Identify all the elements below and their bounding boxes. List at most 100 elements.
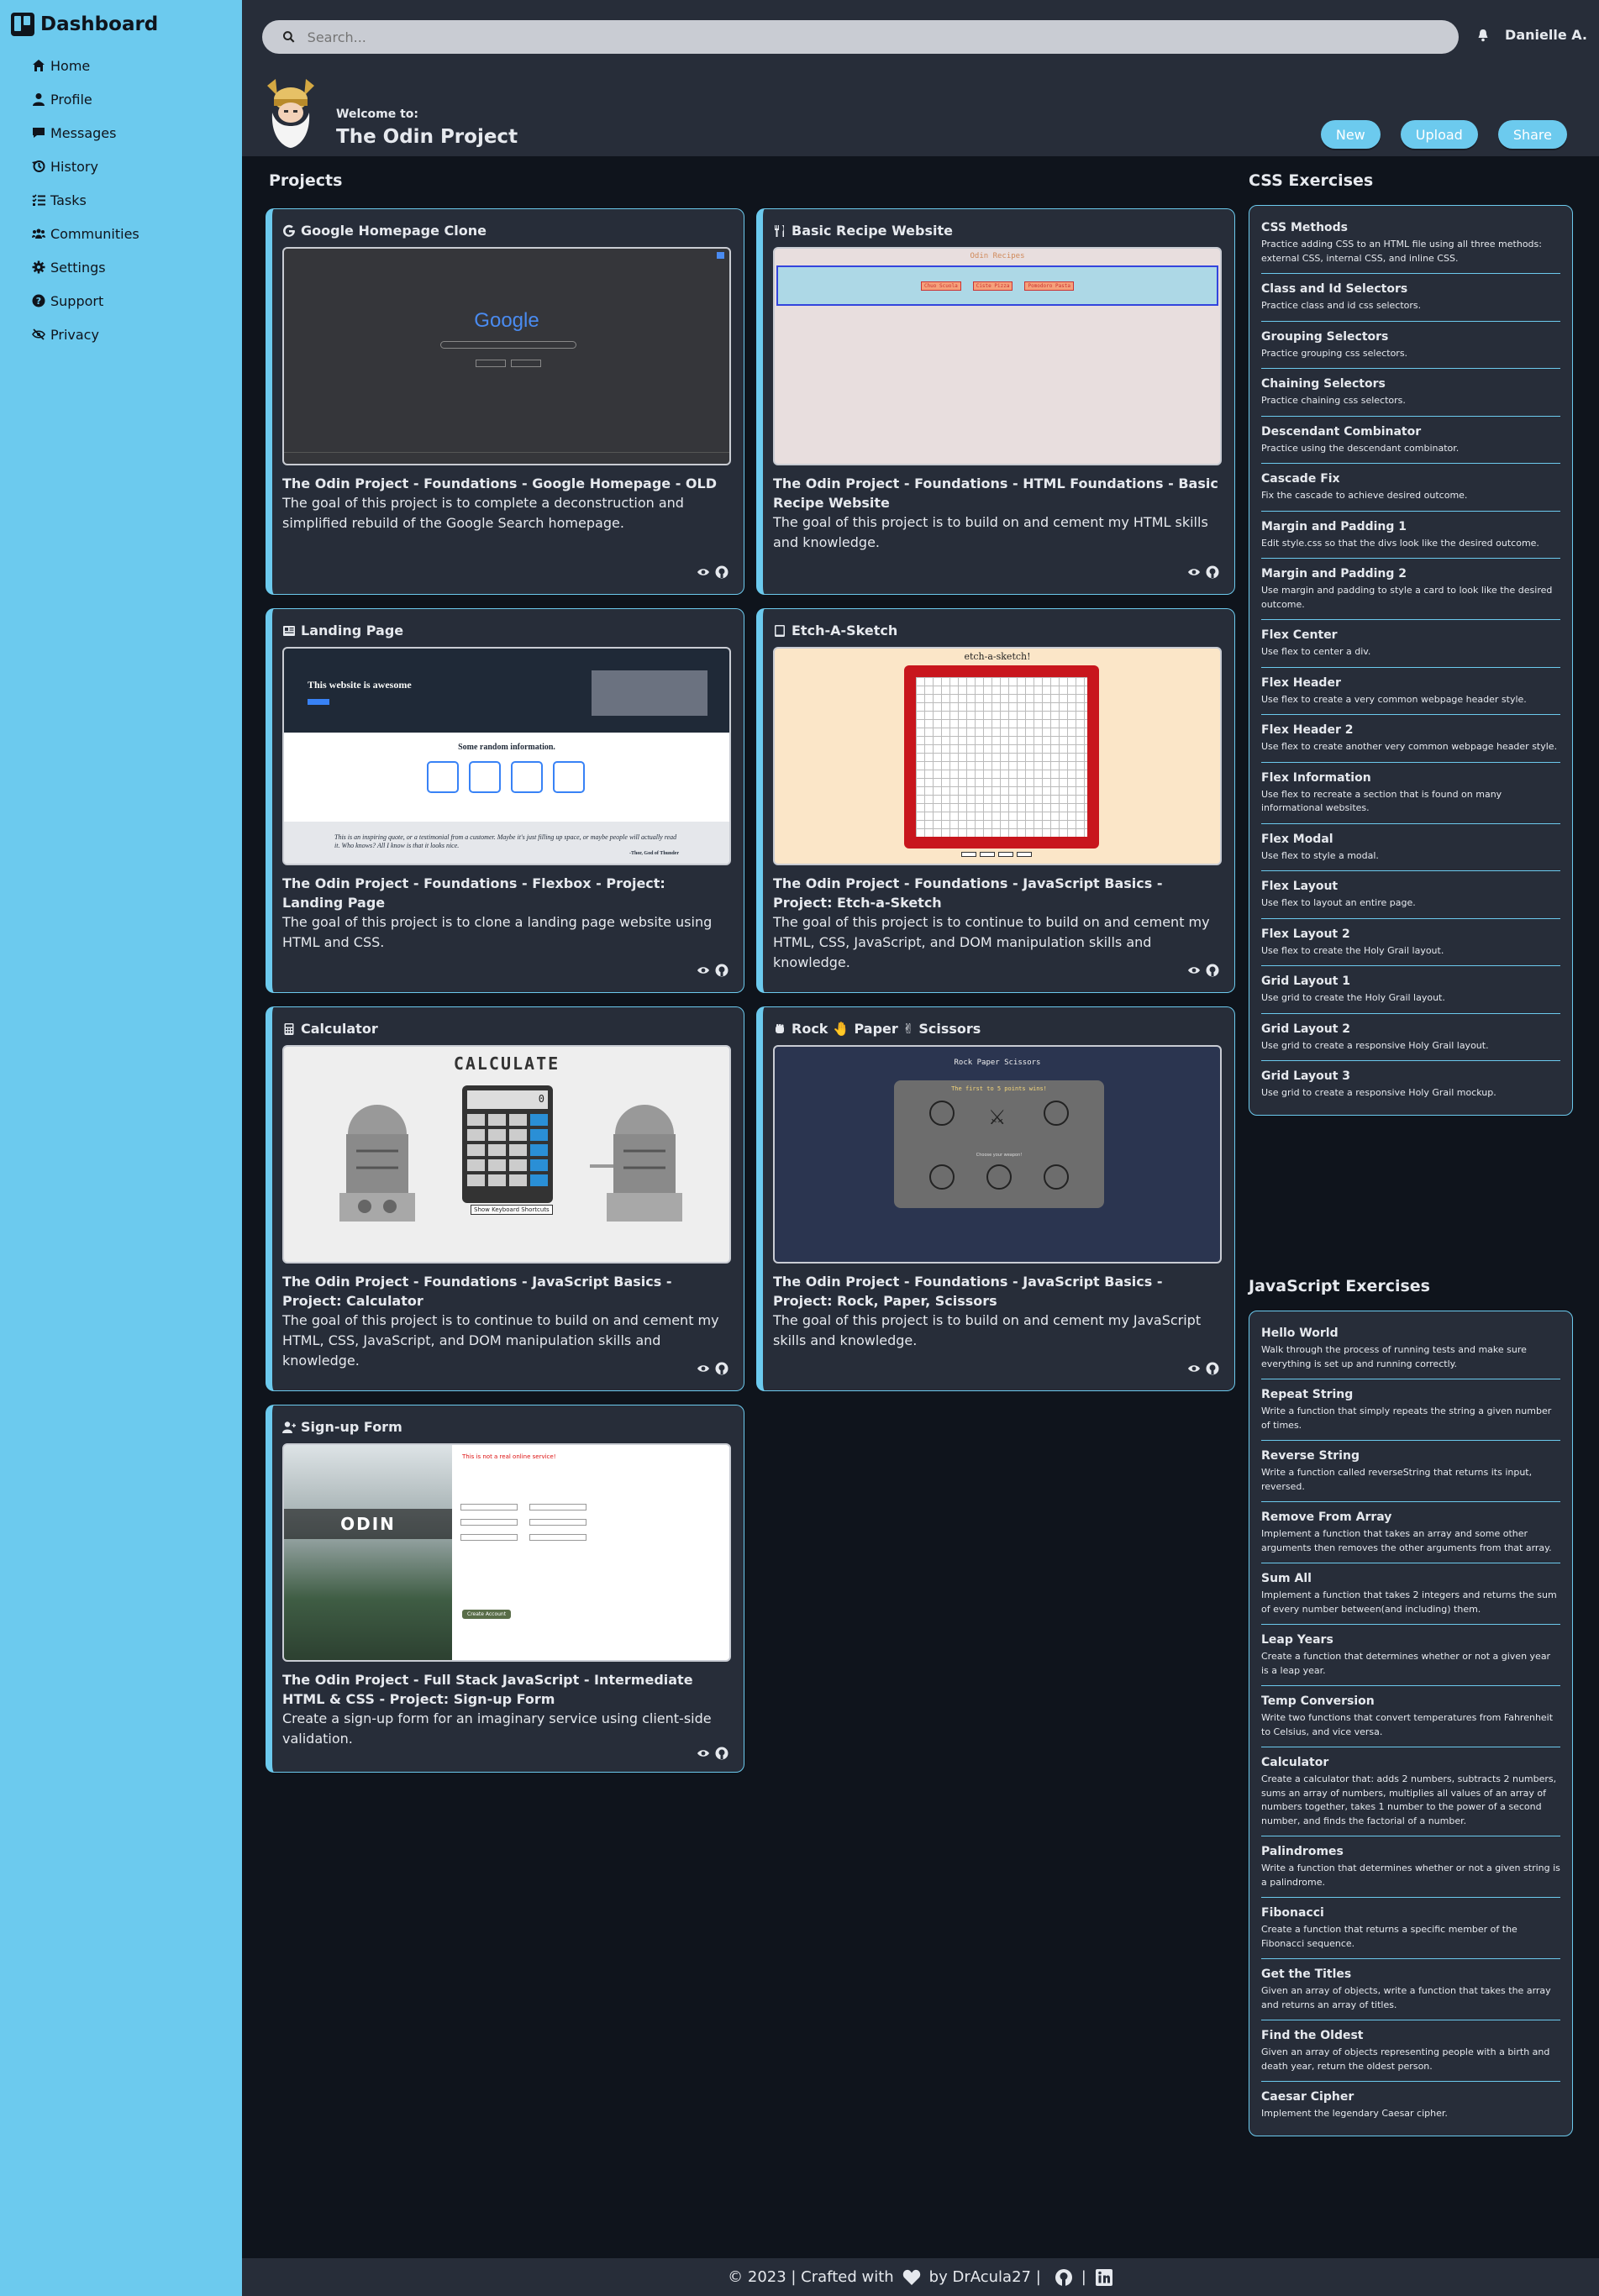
- exercise-title: Flex Layout: [1261, 880, 1339, 893]
- exercise-item[interactable]: Grid Layout 2 Use grid to create a respon…: [1261, 1014, 1560, 1061]
- sidebar-item-support[interactable]: ? Support: [32, 284, 242, 318]
- exercise-title: Class and Id Selectors: [1261, 282, 1408, 296]
- sidebar-item-home[interactable]: Home: [32, 49, 242, 82]
- eye-icon[interactable]: [1187, 964, 1201, 977]
- eye-icon[interactable]: [697, 1747, 710, 1760]
- js-exercises: JavaScript Exercises Hello World Walk thr…: [1249, 1277, 1573, 2136]
- exercise-item[interactable]: Flex Modal Use flex to style a modal.: [1261, 824, 1560, 871]
- search-icon: [282, 31, 295, 43]
- eye-slash-icon: [32, 328, 45, 340]
- brand[interactable]: Dashboard: [0, 0, 242, 49]
- linkedin-icon[interactable]: [1095, 2268, 1113, 2287]
- eye-icon[interactable]: [697, 565, 710, 579]
- dashboard-icon: [11, 13, 34, 36]
- exercise-item[interactable]: Get the Titles Given an array of objects,…: [1261, 1959, 1560, 2020]
- exercise-item[interactable]: Palindromes Write a function that determi…: [1261, 1836, 1560, 1898]
- exercise-item[interactable]: Chaining Selectors Practice chaining css …: [1261, 369, 1560, 417]
- project-preview[interactable]: CALCULATE 0 Show Keyboard Shortcuts: [282, 1045, 731, 1264]
- project-name: The Odin Project - Foundations - JavaScr…: [773, 875, 1163, 912]
- sidebar-item-tasks[interactable]: Tasks: [32, 183, 242, 217]
- exercise-desc: Edit style.css so that the divs look lik…: [1261, 537, 1539, 549]
- card-title: Sign-up Form: [282, 1419, 730, 1435]
- card-title-label: Sign-up Form: [301, 1419, 402, 1435]
- exercise-item[interactable]: Temp Conversion Write two functions that …: [1261, 1686, 1560, 1747]
- exercise-item[interactable]: Margin and Padding 1 Edit style.css so th…: [1261, 512, 1560, 559]
- exercise-item[interactable]: Caesar Cipher Implement the legendary Cae…: [1261, 2082, 1560, 2129]
- search-bar[interactable]: [262, 20, 1459, 54]
- exercise-desc: Practice grouping css selectors.: [1261, 347, 1408, 359]
- tasks-icon: [32, 194, 45, 206]
- user-name[interactable]: Danielle A.: [1505, 27, 1587, 43]
- project-preview[interactable]: This website is awesome Some random info…: [282, 647, 731, 865]
- eye-icon[interactable]: [697, 964, 710, 977]
- heart-icon: [902, 2269, 920, 2285]
- exercise-item[interactable]: Repeat String Write a function that simpl…: [1261, 1379, 1560, 1441]
- sidebar-item-messages[interactable]: Messages: [32, 116, 242, 150]
- project-preview[interactable]: etch-a-sketch!: [773, 647, 1222, 865]
- exercise-item[interactable]: Calculator Create a calculator that: adds…: [1261, 1747, 1560, 1836]
- project-card: Rock 🤚 Paper ✌ Scissors Rock Paper Sciss…: [756, 1006, 1235, 1391]
- projects-heading: Projects: [269, 171, 343, 190]
- github-icon[interactable]: [1206, 1362, 1219, 1375]
- exercise-item[interactable]: Grouping Selectors Practice grouping css …: [1261, 322, 1560, 369]
- exercise-item[interactable]: CSS Methods Practice adding CSS to an HTM…: [1261, 213, 1560, 274]
- exercise-item[interactable]: Find the Oldest Given an array of objects…: [1261, 2020, 1560, 2082]
- exercise-title: Leap Years: [1261, 1633, 1333, 1647]
- exercise-item[interactable]: Flex Header 2 Use flex to create another …: [1261, 715, 1560, 763]
- github-icon[interactable]: [715, 1362, 728, 1375]
- project-card: Google Homepage Clone Google The Odin Pr…: [266, 208, 744, 595]
- exercise-item[interactable]: Flex Center Use flex to center a div.: [1261, 620, 1560, 668]
- github-icon[interactable]: [1206, 964, 1219, 977]
- sidebar-item-settings[interactable]: Settings: [32, 250, 242, 284]
- exercise-item[interactable]: Grid Layout 3 Use grid to create a respon…: [1261, 1061, 1560, 1108]
- sidebar-item-history[interactable]: History: [32, 150, 242, 183]
- github-icon[interactable]: [715, 1747, 728, 1760]
- exercise-item[interactable]: Reverse String Write a function called re…: [1261, 1441, 1560, 1502]
- eye-icon[interactable]: [1187, 1362, 1201, 1375]
- exercise-item[interactable]: Grid Layout 1 Use grid to create the Holy…: [1261, 966, 1560, 1014]
- card-title-label: Basic Recipe Website: [792, 223, 953, 239]
- signup-button: Create Account: [462, 1610, 512, 1619]
- exercise-item[interactable]: Class and Id Selectors Practice class and…: [1261, 274, 1560, 322]
- exercise-title: Grouping Selectors: [1261, 329, 1389, 344]
- exercise-desc: Use grid to create the Holy Grail layout…: [1261, 992, 1445, 1003]
- exercise-item[interactable]: Descendant Combinator Practice using the …: [1261, 417, 1560, 464]
- search-input[interactable]: [307, 29, 1439, 45]
- project-name: The Odin Project - Foundations - HTML Fo…: [773, 475, 1218, 512]
- exercise-item[interactable]: Cascade Fix Fix the cascade to achieve de…: [1261, 464, 1560, 512]
- card-title-label: Rock 🤚 Paper ✌ Scissors: [792, 1021, 981, 1037]
- exercise-item[interactable]: Leap Years Create a function that determi…: [1261, 1625, 1560, 1686]
- exercise-desc: Practice using the descendant combinator…: [1261, 442, 1460, 454]
- share-button[interactable]: Share: [1497, 120, 1567, 149]
- sidebar-item-communities[interactable]: Communities: [32, 217, 242, 250]
- new-button[interactable]: New: [1320, 120, 1381, 149]
- landing-hero: This website is awesome: [308, 679, 412, 691]
- project-preview[interactable]: Odin Recipes Chuo Scuola Ciste Pizza Pom…: [773, 247, 1222, 465]
- exercise-desc: Implement the legendary Caesar cipher.: [1261, 2108, 1448, 2119]
- card-actions: [697, 565, 728, 579]
- bell-icon[interactable]: [1476, 29, 1490, 42]
- exercise-item[interactable]: Hello World Walk through the process of r…: [1261, 1318, 1560, 1379]
- github-icon[interactable]: [1055, 2268, 1073, 2287]
- sidebar-item-profile[interactable]: Profile: [32, 82, 242, 116]
- exercise-desc: Implement a function that takes 2 intege…: [1261, 1589, 1557, 1615]
- exercise-item[interactable]: Fibonacci Create a function that returns …: [1261, 1898, 1560, 1959]
- github-icon[interactable]: [715, 964, 728, 977]
- exercise-title: Caesar Cipher: [1261, 2090, 1354, 2104]
- github-icon[interactable]: [1206, 565, 1219, 579]
- project-preview[interactable]: Rock Paper Scissors The first to 5 point…: [773, 1045, 1222, 1264]
- exercise-item[interactable]: Sum All Implement a function that takes 2…: [1261, 1563, 1560, 1625]
- exercise-item[interactable]: Flex Layout 2 Use flex to create the Holy…: [1261, 919, 1560, 966]
- project-preview[interactable]: Google: [282, 247, 731, 465]
- github-icon[interactable]: [715, 565, 728, 579]
- exercise-item[interactable]: Flex Information Use flex to recreate a s…: [1261, 763, 1560, 824]
- exercise-item[interactable]: Margin and Padding 2 Use margin and paddi…: [1261, 559, 1560, 620]
- upload-button[interactable]: Upload: [1400, 120, 1478, 149]
- project-preview[interactable]: ODIN This is not a real online service! …: [282, 1443, 731, 1662]
- exercise-item[interactable]: Flex Layout Use flex to layout an entire …: [1261, 871, 1560, 919]
- eye-icon[interactable]: [1187, 565, 1201, 579]
- sidebar-item-privacy[interactable]: Privacy: [32, 318, 242, 351]
- exercise-item[interactable]: Flex Header Use flex to create a very com…: [1261, 668, 1560, 715]
- eye-icon[interactable]: [697, 1362, 710, 1375]
- exercise-item[interactable]: Remove From Array Implement a function th…: [1261, 1502, 1560, 1563]
